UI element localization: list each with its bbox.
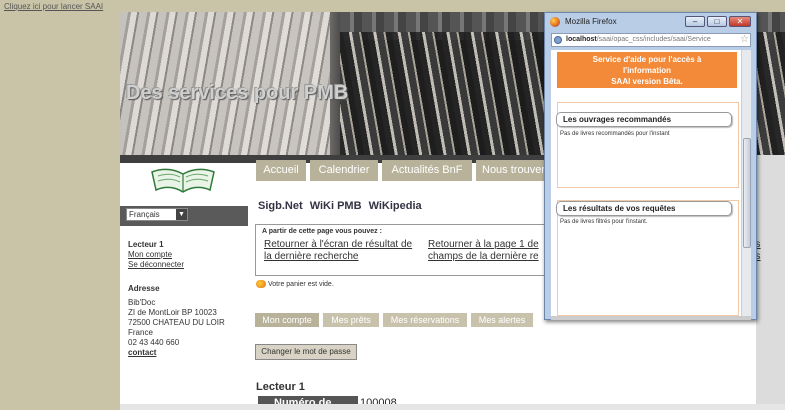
back-to-page1-link[interactable]: Retourner à la page 1 de champs de la de…: [428, 239, 544, 263]
tab-mes-reservations[interactable]: Mes réservations: [383, 313, 467, 327]
tab-accueil[interactable]: Accueil: [256, 160, 306, 181]
globe-icon: [554, 36, 562, 44]
basket-text: Votre panier est vide.: [268, 280, 334, 288]
saai-header: Service d'aide pour l'accès à l'informat…: [557, 52, 737, 88]
back-to-results-link[interactable]: Retourner à l'écran de résultat de la de…: [264, 239, 412, 263]
basket-icon: [256, 280, 266, 288]
vertical-scrollbar[interactable]: [741, 50, 751, 316]
right-margin: [756, 155, 785, 410]
results-empty-text: Pas de livres filtrés pour l'instant.: [560, 219, 648, 225]
minimize-button[interactable]: –: [685, 16, 705, 27]
saai-header-line3: SAAI version Bêta.: [611, 77, 683, 86]
change-password-button[interactable]: Changer le mot de passe: [255, 344, 357, 360]
logout-link[interactable]: Se déconnecter: [128, 260, 184, 270]
tab-calendrier[interactable]: Calendrier: [310, 160, 378, 181]
reader-heading: Lecteur 1: [256, 381, 305, 393]
basket-status: Votre panier est vide.: [256, 280, 334, 288]
external-links: Sigb.Net WiKi PMB WiKipedia: [258, 200, 426, 212]
tab-actualites-bnf[interactable]: Actualités BnF: [382, 160, 472, 181]
page-bottom-bar: [120, 404, 785, 410]
url-host: localhost: [566, 36, 597, 43]
scrollbar-thumb[interactable]: [743, 138, 751, 248]
wikipedia-link[interactable]: WiKipedia: [369, 200, 422, 212]
saai-header-line1: Service d'aide pour l'accès à: [592, 55, 702, 64]
wiki-pmb-link[interactable]: WiKi PMB: [310, 200, 362, 212]
popup-content: Service d'aide pour l'accès à l'informat…: [551, 50, 751, 316]
sigbnet-link[interactable]: Sigb.Net: [258, 200, 303, 212]
horizontal-scrollbar[interactable]: [551, 316, 751, 320]
results-section: Pas de livres filtrés pour l'instant.: [557, 200, 739, 316]
open-book-logo: [151, 168, 215, 193]
address-line: France: [128, 328, 153, 337]
contact-link[interactable]: contact: [128, 348, 156, 358]
window-title: Mozilla Firefox: [565, 17, 617, 26]
maximize-button[interactable]: □: [707, 16, 727, 27]
navigation-box-title: A partir de cette page vous pouvez :: [262, 228, 382, 235]
back-to-page1-line1: Retourner à la page 1 de: [428, 239, 539, 250]
recommended-empty-text: Pas de livres recommandés pour l'instant: [560, 131, 670, 137]
my-account-link[interactable]: Mon compte: [128, 250, 172, 260]
tab-mes-prets[interactable]: Mes prêts: [323, 313, 379, 327]
address-title: Adresse: [128, 284, 160, 293]
saai-header-line2: l'information: [622, 66, 672, 75]
banner-title: Des services pour PMB: [126, 82, 349, 104]
language-select[interactable]: Français ▼: [126, 208, 188, 221]
tab-nous-trouver[interactable]: Nous trouver: [476, 160, 546, 181]
address-line: Bib'Doc: [128, 298, 156, 307]
back-to-page1-line2: champs de la dernière re: [428, 251, 539, 262]
back-to-results-line1: Retourner à l'écran de résultat de: [264, 239, 413, 250]
url-bar[interactable]: localhost/saai/opac_css/includes/saai/Se…: [551, 33, 751, 47]
firefox-popup-window: Mozilla Firefox – □ ✕ localhost/saai/opa…: [544, 12, 757, 320]
chevron-down-icon: ▼: [176, 209, 187, 220]
address-line: 72500 CHATEAU DU LOIR: [128, 318, 225, 327]
tab-mes-alertes[interactable]: Mes alertes: [471, 313, 533, 327]
bookmark-star-icon[interactable]: ☆: [740, 34, 749, 46]
reader-title: Lecteur 1: [128, 240, 164, 249]
address-line: ZI de MontLoir BP 10023: [128, 308, 217, 317]
recommended-heading: Les ouvrages recommandés: [556, 112, 732, 127]
address-phone: 02 43 440 660: [128, 338, 180, 347]
launch-saai-link[interactable]: Cliquez ici pour lancer SAAI: [4, 2, 103, 11]
close-button[interactable]: ✕: [729, 16, 751, 27]
url-path: /saai/opac_css/includes/saai/Service: [596, 36, 711, 43]
tab-mon-compte[interactable]: Mon compte: [255, 313, 319, 327]
firefox-icon: [550, 17, 560, 27]
results-heading: Les résultats de vos requêtes: [556, 201, 732, 216]
language-selected: Français: [129, 210, 160, 219]
back-to-results-line2: la dernière recherche: [264, 251, 359, 262]
